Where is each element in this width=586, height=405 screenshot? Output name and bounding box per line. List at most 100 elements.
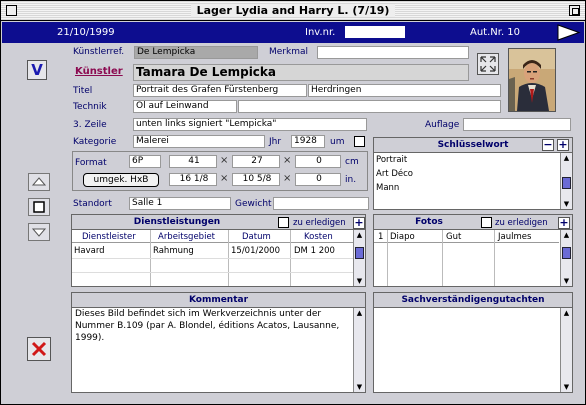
expand-arrows-icon xyxy=(480,56,496,72)
dienstleistungen-title: Dienstleistungen xyxy=(133,217,221,227)
col-arbeitsgebiet: Arbeitsgebiet xyxy=(158,232,216,242)
kategorie-label: Kategorie xyxy=(73,137,117,147)
scroll-up-icon[interactable]: ▲ xyxy=(561,308,572,318)
dienstleistungen-panel: Dienstleistungen zu erledigen + Dienstle… xyxy=(71,214,366,287)
format-field[interactable]: 6P xyxy=(129,155,161,168)
aut-nr-label: Aut.Nr. 10 xyxy=(470,27,521,38)
add-dienstleistung-button[interactable]: + xyxy=(353,217,365,229)
scroll-thumb[interactable] xyxy=(562,177,571,189)
table-row[interactable]: Havard Rahmung 15/01/2000 DM 1 200 xyxy=(72,244,353,257)
scroll-down-icon[interactable]: ▼ xyxy=(561,276,572,286)
scroll-up-icon[interactable]: ▲ xyxy=(561,230,572,240)
height-cm-field[interactable]: 41 xyxy=(169,155,217,168)
keyword-item[interactable]: Mann xyxy=(376,183,399,193)
zeile3-field[interactable]: unten links signiert "Lempicka" xyxy=(133,118,367,131)
validate-v-button[interactable]: V xyxy=(27,60,47,80)
remove-keyword-button[interactable]: − xyxy=(542,139,554,151)
technik-label: Technik xyxy=(73,102,107,112)
scroll-thumb[interactable] xyxy=(562,247,571,259)
titel-label: Titel xyxy=(73,86,93,96)
next-record-button[interactable] xyxy=(28,223,50,241)
kommentar-scrollbar[interactable]: ▲ ▼ xyxy=(353,308,365,392)
cell-datum: 15/01/2000 xyxy=(231,246,280,256)
auflage-label: Auflage xyxy=(425,120,460,130)
gutachten-panel: Sachverständigengutachten ▲ ▼ xyxy=(373,292,573,393)
standort-label: Standort xyxy=(73,199,112,209)
portrait-image xyxy=(509,49,555,111)
gutachten-text[interactable] xyxy=(377,308,557,392)
keyword-item[interactable]: Portrait xyxy=(376,155,407,165)
merkmal-field[interactable] xyxy=(317,46,469,59)
zoom-box[interactable] xyxy=(569,5,580,16)
foto-row[interactable]: 1 Diapo Gut Jaulmes xyxy=(374,230,559,243)
col-kosten: Kosten xyxy=(304,232,333,242)
scroll-down-icon[interactable]: ▼ xyxy=(354,276,365,286)
dienst-done-checkbox[interactable] xyxy=(278,217,289,228)
foto-photographer: Jaulmes xyxy=(498,232,532,242)
kommentar-text[interactable]: Dieses Bild befindet sich im Werkverzeic… xyxy=(75,308,350,344)
kuenstlerref-field[interactable]: De Lempicka xyxy=(134,46,258,59)
scroll-down-icon[interactable]: ▼ xyxy=(561,382,572,392)
times-sign: × xyxy=(283,173,292,184)
artwork-thumbnail[interactable] xyxy=(508,48,556,112)
add-keyword-button[interactable]: + xyxy=(557,139,569,151)
format-label: Format xyxy=(75,158,107,168)
gewicht-label: Gewicht xyxy=(235,199,272,209)
inv-nr-field[interactable] xyxy=(345,26,405,38)
expand-image-button[interactable] xyxy=(477,53,499,75)
height-in-field[interactable]: 16 1/8 xyxy=(169,173,217,186)
scroll-up-icon[interactable]: ▲ xyxy=(354,230,365,240)
kategorie-field[interactable]: Malerei xyxy=(133,135,265,148)
scroll-down-icon[interactable]: ▼ xyxy=(354,382,365,392)
record-header-bar: 21/10/1999 Inv.nr. Aut.Nr. 10 xyxy=(2,22,584,43)
merkmal-label: Merkmal xyxy=(269,47,308,57)
fotos-done-checkbox[interactable] xyxy=(481,217,492,228)
dienst-scrollbar[interactable]: ▲ ▼ xyxy=(353,230,365,286)
next-record-arrow-icon[interactable] xyxy=(557,24,581,41)
scroll-thumb[interactable] xyxy=(355,247,364,259)
standort-field[interactable]: Salle 1 xyxy=(129,197,231,210)
delete-button[interactable] xyxy=(27,337,51,361)
scroll-up-icon[interactable]: ▲ xyxy=(561,153,572,163)
cell-kosten: DM 1 200 xyxy=(294,246,335,256)
keyword-item[interactable]: Art Déco xyxy=(376,169,413,179)
gewicht-field[interactable] xyxy=(273,197,369,210)
kuenstler-link[interactable]: Künstler xyxy=(75,66,123,77)
previous-record-button[interactable] xyxy=(28,173,50,191)
depth-in-field[interactable]: 0 xyxy=(295,173,341,186)
schluesselwort-panel: Schlüsselwort − + Portrait Art Déco Mann… xyxy=(373,137,573,210)
unit-cm-label: cm xyxy=(345,157,359,167)
umgek-hxb-button[interactable]: umgek. HxB xyxy=(83,173,159,187)
depth-cm-field[interactable]: 0 xyxy=(295,155,341,168)
width-cm-field[interactable]: 27 xyxy=(232,155,280,168)
col-datum: Datum xyxy=(242,232,271,242)
scroll-down-icon[interactable]: ▼ xyxy=(561,199,572,209)
fotos-panel: Fotos zu erledigen + 1 Diapo Gut Jaulmes… xyxy=(373,214,573,287)
keyword-scrollbar[interactable]: ▲ ▼ xyxy=(560,153,572,209)
dienst-done-label: zu erledigen xyxy=(293,218,346,228)
times-sign: × xyxy=(220,155,229,166)
add-foto-button[interactable]: + xyxy=(558,217,570,229)
current-record-button[interactable] xyxy=(28,198,50,216)
fotos-scrollbar[interactable]: ▲ ▼ xyxy=(560,230,572,286)
technik-field[interactable]: Öl auf Leinwand xyxy=(133,100,237,113)
delete-x-icon xyxy=(31,341,47,357)
times-sign: × xyxy=(283,155,292,166)
um-checkbox[interactable] xyxy=(354,136,365,147)
title-bar[interactable]: Lager Lydia and Harry L. (7/19) xyxy=(1,1,585,21)
cell-dienstleister: Havard xyxy=(74,246,105,256)
kommentar-panel: Kommentar Dieses Bild befindet sich im W… xyxy=(71,292,366,393)
fotos-done-label: zu erledigen xyxy=(495,218,548,228)
titel-field-2[interactable]: Herdringen xyxy=(308,84,501,97)
um-label: um xyxy=(330,137,345,147)
times-sign: × xyxy=(220,173,229,184)
width-in-field[interactable]: 10 5/8 xyxy=(232,173,280,186)
gutachten-scrollbar[interactable]: ▲ ▼ xyxy=(560,308,572,392)
auflage-field[interactable] xyxy=(463,118,571,131)
kuenstler-field[interactable]: Tamara De Lempicka xyxy=(133,64,469,81)
window-title: Lager Lydia and Harry L. (7/19) xyxy=(190,4,396,17)
jhr-field[interactable]: 1928 xyxy=(291,135,325,148)
scroll-up-icon[interactable]: ▲ xyxy=(354,308,365,318)
technik-field-2[interactable] xyxy=(238,100,501,113)
titel-field[interactable]: Portrait des Grafen Fürstenberg xyxy=(133,84,307,97)
